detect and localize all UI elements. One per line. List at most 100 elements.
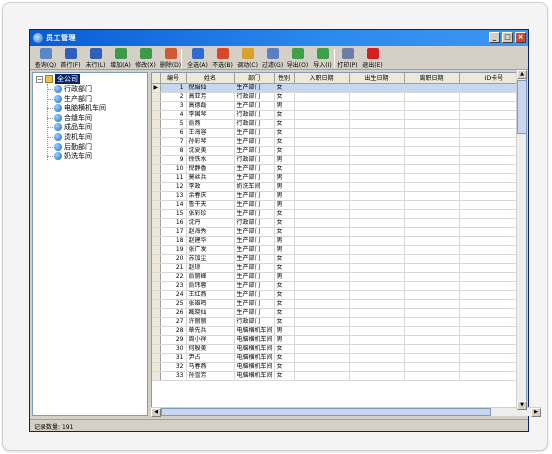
row-indicator[interactable] [152, 353, 161, 363]
table-row[interactable]: 24 王红燕 生产部门女 [152, 290, 526, 300]
table-cell[interactable]: 17 [160, 227, 187, 237]
minimize-button[interactable]: _ [489, 32, 500, 43]
table-row[interactable]: 14 鲁干天 生产部门男 [152, 200, 526, 210]
select-all-button[interactable]: 全选(A) [185, 47, 210, 69]
table-cell[interactable] [294, 299, 350, 309]
department-tree[interactable]: − 全公司 行政部门 生产部门 电脑横机车间 合缝车间 成品车间 烫机车间 后勤部门 奶洗车间 [32, 72, 148, 416]
table-cell[interactable]: 女 [274, 146, 295, 156]
table-cell[interactable]: 33 [160, 371, 187, 381]
table-cell[interactable]: 10 [160, 164, 187, 174]
table-cell[interactable]: 何殷美 [186, 344, 235, 354]
table-cell[interactable]: 13 [160, 191, 187, 201]
scroll-up-icon[interactable]: ▲ [517, 70, 527, 79]
table-cell[interactable] [404, 344, 460, 354]
table-cell[interactable] [349, 299, 405, 309]
table-cell[interactable] [349, 371, 405, 381]
table-cell[interactable]: 行政部门 [234, 317, 275, 327]
table-cell[interactable] [404, 155, 460, 165]
table-cell[interactable] [349, 290, 405, 300]
table-cell[interactable]: 女 [274, 83, 295, 93]
table-cell[interactable]: 男 [274, 326, 295, 336]
table-cell[interactable]: 2 [160, 92, 187, 102]
table-cell[interactable]: 32 [160, 362, 187, 372]
table-cell[interactable]: 22 [160, 272, 187, 282]
row-indicator[interactable] [152, 173, 161, 183]
table-cell[interactable]: 莫丝兵 [186, 173, 235, 183]
table-cell[interactable] [294, 128, 350, 138]
table-cell[interactable]: 章先兵 [186, 326, 235, 336]
table-cell[interactable]: 生产部门 [234, 227, 275, 237]
table-cell[interactable] [294, 200, 350, 210]
table-cell[interactable] [349, 335, 405, 345]
table-cell[interactable]: 24 [160, 290, 187, 300]
table-cell[interactable]: 生产部门 [234, 101, 275, 111]
scroll-left-icon[interactable]: ◀ [151, 408, 161, 417]
table-cell[interactable] [349, 101, 405, 111]
table-cell[interactable]: 孙彩琴 [186, 137, 235, 147]
table-cell[interactable] [349, 164, 405, 174]
table-cell[interactable]: 马春燕 [186, 362, 235, 372]
row-indicator[interactable] [152, 245, 161, 255]
table-cell[interactable]: 鲁干天 [186, 200, 235, 210]
table-row[interactable]: 8 沈夏美 生产部门女 [152, 146, 526, 156]
table-row[interactable]: 18 赵建华 生产部门男 [152, 236, 526, 246]
table-row[interactable]: 3 高德磊 生产部门男 [152, 101, 526, 111]
table-row[interactable]: 9 徐铁水 行政部门男 [152, 155, 526, 165]
table-cell[interactable]: 1 [160, 83, 187, 93]
transfer-button[interactable]: 调动(C) [235, 47, 260, 69]
row-indicator[interactable] [152, 344, 161, 354]
table-cell[interactable] [349, 344, 405, 354]
table-row[interactable]: 26 臧晓仙 生产部门女 [152, 308, 526, 318]
table-cell[interactable] [349, 146, 405, 156]
row-indicator[interactable] [152, 263, 161, 273]
table-cell[interactable] [349, 308, 405, 318]
table-row[interactable]: ▶ 1 倪娟仙 生产部门女 [152, 83, 526, 93]
table-row[interactable]: 17 赵海秀 生产部门女 [152, 227, 526, 237]
table-cell[interactable]: 周小祥 [186, 335, 235, 345]
delete-button[interactable]: 删除(D) [158, 47, 183, 69]
table-cell[interactable] [294, 173, 350, 183]
table-row[interactable]: 21 赵琼 生产部门女 [152, 263, 526, 273]
table-cell[interactable]: 6 [160, 128, 187, 138]
table-cell[interactable]: 行政部门 [234, 155, 275, 165]
column-header[interactable]: 性别 [274, 73, 295, 84]
table-cell[interactable]: 生产部门 [234, 200, 275, 210]
table-cell[interactable] [404, 272, 460, 282]
table-cell[interactable]: 男 [274, 236, 295, 246]
table-cell[interactable] [349, 182, 405, 192]
table-cell[interactable]: 25 [160, 299, 187, 309]
table-cell[interactable]: 4 [160, 110, 187, 120]
table-cell[interactable] [294, 209, 350, 219]
row-indicator[interactable] [152, 308, 161, 318]
table-cell[interactable] [349, 83, 405, 93]
table-cell[interactable] [404, 110, 460, 120]
table-cell[interactable]: 俞燕 [186, 119, 235, 129]
table-cell[interactable] [294, 344, 350, 354]
table-cell[interactable] [404, 299, 460, 309]
table-cell[interactable]: 女 [274, 371, 295, 381]
table-cell[interactable] [404, 191, 460, 201]
last-row-button[interactable]: 末行(L) [83, 47, 108, 69]
table-cell[interactable] [349, 137, 405, 147]
table-cell[interactable] [349, 353, 405, 363]
table-cell[interactable]: 生产部门 [234, 128, 275, 138]
table-cell[interactable]: 俞玮蓉 [186, 281, 235, 291]
table-cell[interactable]: 29 [160, 335, 187, 345]
table-row[interactable]: 22 俞丽峰 生产部门男 [152, 272, 526, 282]
table-cell[interactable] [404, 236, 460, 246]
table-cell[interactable] [349, 119, 405, 129]
table-cell[interactable]: 30 [160, 344, 187, 354]
scroll-down-icon[interactable]: ▼ [517, 401, 527, 410]
table-cell[interactable]: 女 [274, 119, 295, 129]
row-indicator[interactable] [152, 137, 161, 147]
table-row[interactable]: 11 莫丝兵 生产部门男 [152, 173, 526, 183]
row-indicator[interactable] [152, 299, 161, 309]
table-row[interactable]: 30 何殷美 电脑横机车间女 [152, 344, 526, 354]
table-cell[interactable]: 张彩珍 [186, 209, 235, 219]
table-cell[interactable] [294, 263, 350, 273]
table-row[interactable]: 5 俞燕 行政部门女 [152, 119, 526, 129]
table-cell[interactable] [404, 128, 460, 138]
row-indicator[interactable] [152, 119, 161, 129]
table-row[interactable]: 33 孙雪芳 电脑横机车间女 [152, 371, 526, 381]
table-cell[interactable] [294, 326, 350, 336]
